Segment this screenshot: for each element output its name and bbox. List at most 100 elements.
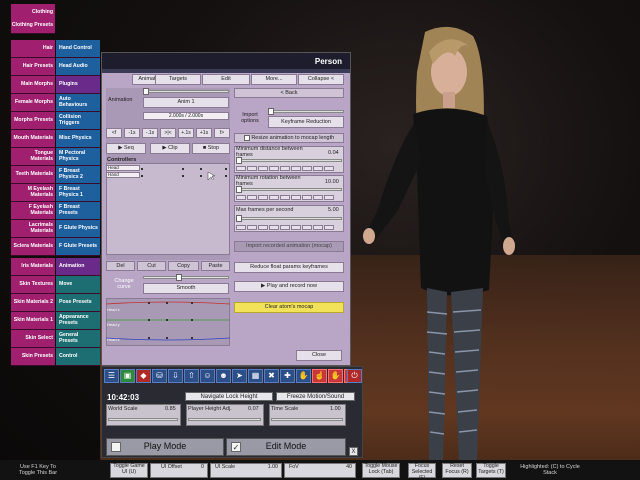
min-distance-steppers[interactable] bbox=[236, 166, 334, 171]
left-tab-skin-materials-1[interactable]: Skin Materials 1 bbox=[11, 312, 55, 330]
delete-keyframe-button[interactable]: Del bbox=[106, 261, 135, 271]
right-tab-hand-control[interactable]: Hand Control bbox=[56, 40, 100, 58]
fov-control[interactable]: FoV 40 bbox=[284, 463, 356, 478]
left-tab-mouth-materials[interactable]: Mouth Materials bbox=[11, 130, 55, 148]
focus-selected-button[interactable]: Focus Selected (F) bbox=[408, 463, 436, 480]
ui-scale-control[interactable]: UI Scale 1.00 bbox=[210, 463, 282, 478]
curve-slider-knob[interactable] bbox=[176, 274, 182, 281]
left-tab-skin-textures[interactable]: Skin Textures bbox=[11, 276, 55, 294]
left-tab-skin-presets[interactable]: Skin Presets bbox=[11, 348, 55, 366]
dock-close-button[interactable]: X bbox=[349, 447, 358, 456]
add-icon[interactable]: ✚ bbox=[280, 369, 295, 383]
import-options-slider[interactable] bbox=[268, 110, 344, 113]
animation-name-select[interactable]: Anim 1 bbox=[143, 97, 229, 108]
menu-icon[interactable]: ☰ bbox=[104, 369, 119, 383]
edit-mode-checkbox[interactable]: ✓ bbox=[231, 442, 241, 452]
right-tab-appearance-presets[interactable]: Appearance Presets bbox=[56, 312, 100, 330]
reduce-float-params-button[interactable]: Reduce float params keyframes bbox=[234, 262, 344, 273]
hand-point-icon[interactable]: ☝ bbox=[312, 369, 327, 383]
right-tab-f-breast-physics-2[interactable]: F Breast Physics 2 bbox=[56, 166, 100, 184]
left-tab-morphs-presets[interactable]: Morphs Presets bbox=[11, 112, 55, 130]
left-tab-skin-materials-2[interactable]: Skin Materials 2 bbox=[11, 294, 55, 312]
play-mode-checkbox[interactable] bbox=[111, 442, 121, 452]
scene-icon[interactable]: ▣ bbox=[120, 369, 135, 383]
play-clip-button[interactable]: ▶ Clip bbox=[150, 143, 190, 154]
download-icon[interactable]: ⇩ bbox=[168, 369, 183, 383]
min-distance-slider[interactable] bbox=[236, 159, 342, 162]
right-tab-pose-presets[interactable]: Pose Presets bbox=[56, 294, 100, 312]
left-tab-iris-materials[interactable]: Iris Materials bbox=[11, 258, 55, 276]
toggle-mouse-lock-button[interactable]: Toggle Mouse Lock (Tab) bbox=[362, 463, 400, 478]
resize-to-mocap-toggle[interactable]: Resize animation to mocap length bbox=[234, 133, 344, 143]
right-tab-animation[interactable]: Animation bbox=[56, 258, 100, 276]
curve-slider-track[interactable] bbox=[143, 276, 229, 279]
edit-mode-button[interactable]: ✓ Edit Mode bbox=[226, 438, 346, 456]
person-figure[interactable] bbox=[355, 22, 535, 480]
step-snap-button[interactable]: >|< bbox=[160, 128, 176, 138]
right-tab-f-breast-physics-1[interactable]: F Breast Physics 1 bbox=[56, 184, 100, 202]
ui-offset-control[interactable]: UI Offset 0 bbox=[150, 463, 208, 478]
step-back-1s-button[interactable]: -1s bbox=[124, 128, 140, 138]
left-tab-tongue-materials[interactable]: Tongue Materials bbox=[11, 148, 55, 166]
time-scale-slider[interactable] bbox=[271, 418, 343, 421]
right-tab-plugins[interactable]: Plugins bbox=[56, 76, 100, 94]
tab-collapse[interactable]: Collapse < bbox=[298, 74, 344, 85]
power-icon[interactable]: ⏻ bbox=[347, 369, 362, 383]
animation-scrub-track[interactable] bbox=[143, 90, 229, 93]
clear-mocap-button[interactable]: Clear atom's mocap bbox=[234, 302, 344, 313]
min-rotation-slider[interactable] bbox=[236, 188, 342, 191]
max-fps-knob[interactable] bbox=[236, 215, 242, 222]
stop-button[interactable]: ■ Stop bbox=[192, 143, 230, 154]
cursor-icon[interactable]: ➤ bbox=[232, 369, 247, 383]
right-tab-f-glute-physics[interactable]: F Glute Physics bbox=[56, 220, 100, 238]
import-mocap-button[interactable]: Import recorded animation (mocap) bbox=[234, 241, 344, 252]
upload-icon[interactable]: ⇧ bbox=[184, 369, 199, 383]
step-forward-1s-button[interactable]: +1s bbox=[196, 128, 212, 138]
left-tab-lacrimals-materials[interactable]: Lacrimals Materials bbox=[11, 220, 55, 238]
hand-icon[interactable]: ✋ bbox=[328, 369, 343, 383]
left-tab-m-eyelash-materials[interactable]: M Eyelash Materials bbox=[11, 184, 55, 202]
reset-focus-button[interactable]: Reset Focus (R) bbox=[442, 463, 472, 478]
world-scale-slider[interactable] bbox=[108, 418, 178, 421]
play-mode-button[interactable]: Play Mode bbox=[106, 438, 224, 456]
left-tab-hair[interactable]: Hair bbox=[11, 40, 55, 58]
hand-grab-icon[interactable]: ✋ bbox=[296, 369, 311, 383]
back-button[interactable]: < Back bbox=[234, 88, 344, 98]
freeze-motion-toggle[interactable]: Freeze Motion/Sound bbox=[276, 392, 355, 401]
right-tab-control[interactable]: Control bbox=[56, 348, 100, 366]
min-rotation-steppers[interactable] bbox=[236, 195, 334, 200]
max-fps-slider[interactable] bbox=[236, 217, 342, 220]
min-rotation-knob[interactable] bbox=[236, 186, 242, 193]
left-tab-female-morphs[interactable]: Female Morphs bbox=[11, 94, 55, 112]
right-tab-auto-behaviours[interactable]: Auto Behaviours bbox=[56, 94, 100, 112]
animation-scrub-knob[interactable] bbox=[143, 88, 149, 95]
tab-more[interactable]: More... bbox=[251, 74, 297, 85]
step-forward-01s-button[interactable]: +.1s bbox=[178, 128, 194, 138]
left-tab-f-eyelash-materials[interactable]: F Eyelash Materials bbox=[11, 202, 55, 220]
toggle-targets-button[interactable]: Toggle Targets (T) bbox=[476, 463, 506, 478]
close-panel-button[interactable]: Close bbox=[296, 350, 342, 361]
left-tab-sclera-materials[interactable]: Sclera Materials bbox=[11, 238, 55, 256]
right-tab-general-presets[interactable]: General Presets bbox=[56, 330, 100, 348]
navigate-lock-height-toggle[interactable]: Navigate Lock Height bbox=[185, 392, 273, 401]
tab-targets[interactable]: Targets bbox=[155, 74, 201, 85]
max-fps-steppers[interactable] bbox=[236, 225, 334, 230]
play-seq-button[interactable]: ▶ Seq bbox=[106, 143, 146, 154]
right-tab-move[interactable]: Move bbox=[56, 276, 100, 294]
left-tab-hair-presets[interactable]: Hair Presets bbox=[11, 58, 55, 76]
toggle-game-ui-button[interactable]: Toggle Game UI (U) bbox=[110, 463, 148, 478]
play-and-record-button[interactable]: ▶ Play and record now bbox=[234, 281, 344, 292]
left-tab-main-morphs[interactable]: Main Morphs bbox=[11, 76, 55, 94]
copy-keyframe-button[interactable]: Copy bbox=[168, 261, 199, 271]
right-tab-collision-triggers[interactable]: Collision Triggers bbox=[56, 112, 100, 130]
step-last-frame-button[interactable]: f> bbox=[214, 128, 230, 138]
right-tab-head-audio[interactable]: Head Audio bbox=[56, 58, 100, 76]
left-tab-skin-select[interactable]: Skin Select bbox=[11, 330, 55, 348]
controller-head[interactable]: Head bbox=[106, 165, 140, 171]
keyframe-markers[interactable] bbox=[140, 164, 230, 180]
resize-checkbox[interactable] bbox=[243, 134, 250, 141]
keyframe-reduction-select[interactable]: Keyframe Reduction bbox=[268, 116, 344, 128]
add-atom-icon[interactable]: ◆ bbox=[136, 369, 151, 383]
curve-type-select[interactable]: Smooth bbox=[143, 283, 229, 294]
grid-icon[interactable]: ▦ bbox=[248, 369, 263, 383]
